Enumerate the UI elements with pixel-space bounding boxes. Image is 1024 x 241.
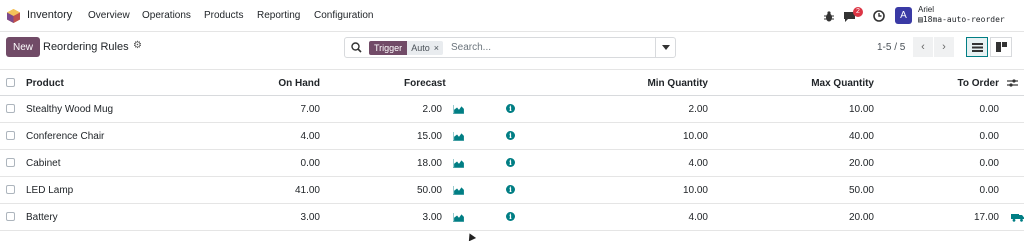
chevron-left-icon: ‹ <box>921 41 925 53</box>
app-name[interactable]: Inventory <box>27 9 72 21</box>
to-order-cell: 0.00 <box>979 131 999 142</box>
forecast-cell: 15.00 <box>416 131 442 142</box>
product-cell: Stealthy Wood Mug <box>26 104 114 115</box>
info-icon[interactable]: i <box>506 158 515 167</box>
row-checkbox[interactable] <box>6 131 15 140</box>
to-order-cell: 0.00 <box>979 104 999 115</box>
menu-overview[interactable]: Overview <box>88 10 130 21</box>
product-cell: LED Lamp <box>26 185 74 196</box>
mouse-cursor <box>465 231 477 241</box>
forecast-graph-icon[interactable] <box>453 213 464 222</box>
database-name: ▤18ma-auto-reorder <box>918 15 1005 24</box>
forecast-graph-icon[interactable] <box>453 132 464 141</box>
facet-label: Trigger <box>369 41 408 55</box>
remove-facet-icon[interactable]: × <box>434 41 439 55</box>
column-to-order[interactable]: To Order <box>919 78 999 89</box>
caret-down-icon <box>661 45 670 50</box>
row-checkbox[interactable] <box>6 158 15 167</box>
search-options-toggle[interactable] <box>655 38 675 57</box>
user-name[interactable]: Ariel <box>918 5 934 14</box>
menu-configuration[interactable]: Configuration <box>314 10 373 21</box>
forecast-graph-icon[interactable] <box>453 105 464 114</box>
search-facet: Trigger Auto × <box>369 41 443 55</box>
search-bar: Trigger Auto × <box>344 37 676 58</box>
product-cell: Battery <box>26 212 58 223</box>
info-icon[interactable]: i <box>506 131 515 140</box>
kanban-view-button[interactable] <box>990 37 1012 57</box>
inventory-app-icon[interactable] <box>7 9 20 23</box>
to-order-cell: 17.00 <box>973 212 999 223</box>
on-hand-cell: 0.00 <box>300 158 320 169</box>
pager-value[interactable]: 1-5 / 5 <box>877 42 905 53</box>
list-icon <box>971 42 983 52</box>
table-row[interactable]: LED Lamp 41.00 50.00 i 10.00 50.00 0.00 <box>0 177 1024 204</box>
info-icon[interactable]: i <box>506 212 515 221</box>
column-min-quantity[interactable]: Min Quantity <box>608 78 708 89</box>
on-hand-cell: 41.00 <box>294 185 320 196</box>
max-quantity-cell: 20.00 <box>848 158 874 169</box>
select-all-checkbox[interactable] <box>6 78 15 87</box>
max-quantity-cell: 10.00 <box>848 104 874 115</box>
min-quantity-cell: 4.00 <box>688 158 708 169</box>
bug-icon[interactable] <box>822 9 836 23</box>
forecast-cell: 3.00 <box>422 212 442 223</box>
table-row[interactable]: Cabinet 0.00 18.00 i 4.00 20.00 0.00 <box>0 150 1024 177</box>
column-forecast[interactable]: Forecast <box>404 78 446 89</box>
pager-next-button[interactable]: › <box>934 37 954 57</box>
forecast-graph-icon[interactable] <box>453 159 464 168</box>
row-checkbox[interactable] <box>6 185 15 194</box>
facet-value: Auto × <box>407 41 443 55</box>
search-input[interactable] <box>451 40 651 55</box>
forecast-graph-icon[interactable] <box>453 186 464 195</box>
column-on-hand[interactable]: On Hand <box>240 78 320 89</box>
on-hand-cell: 7.00 <box>300 104 320 115</box>
min-quantity-cell: 2.00 <box>688 104 708 115</box>
table-header: Product On Hand Forecast Min Quantity Ma… <box>0 69 1024 96</box>
to-order-cell: 0.00 <box>979 185 999 196</box>
messages-badge: 2 <box>853 7 863 17</box>
chevron-right-icon: › <box>942 41 946 53</box>
on-hand-cell: 4.00 <box>300 131 320 142</box>
min-quantity-cell: 10.00 <box>682 185 708 196</box>
product-cell: Conference Chair <box>26 131 105 142</box>
avatar[interactable]: A <box>895 7 912 24</box>
pager-previous-button[interactable]: ‹ <box>913 37 933 57</box>
clock-icon[interactable] <box>872 9 886 23</box>
column-product[interactable]: Product <box>26 78 64 89</box>
forecast-cell: 2.00 <box>422 104 442 115</box>
truck-icon[interactable] <box>1011 213 1024 222</box>
gear-icon[interactable]: ⚙ <box>133 40 142 51</box>
top-navbar: Inventory Overview Operations Products R… <box>0 0 1024 32</box>
forecast-cell: 50.00 <box>416 185 442 196</box>
forecast-cell: 18.00 <box>416 158 442 169</box>
product-cell: Cabinet <box>26 158 61 169</box>
table-row[interactable]: Battery 3.00 3.00 i 4.00 20.00 17.00 <box>0 204 1024 231</box>
menu-products[interactable]: Products <box>204 10 243 21</box>
max-quantity-cell: 40.00 <box>848 131 874 142</box>
menu-reporting[interactable]: Reporting <box>257 10 300 21</box>
to-order-cell: 0.00 <box>979 158 999 169</box>
table-row[interactable]: Stealthy Wood Mug 7.00 2.00 i 2.00 10.00… <box>0 96 1024 123</box>
row-checkbox[interactable] <box>6 212 15 221</box>
search-icon[interactable] <box>351 42 362 56</box>
table-row[interactable]: Conference Chair 4.00 15.00 i 10.00 40.0… <box>0 123 1024 150</box>
on-hand-cell: 3.00 <box>300 212 320 223</box>
max-quantity-cell: 20.00 <box>848 212 874 223</box>
page-title: Reordering Rules <box>43 41 129 53</box>
kanban-icon <box>995 42 1007 52</box>
row-checkbox[interactable] <box>6 104 15 113</box>
info-icon[interactable]: i <box>506 104 515 113</box>
new-button[interactable]: New <box>6 37 40 57</box>
column-max-quantity[interactable]: Max Quantity <box>774 78 874 89</box>
menu-operations[interactable]: Operations <box>142 10 191 21</box>
info-icon[interactable]: i <box>506 185 515 194</box>
list-view-button[interactable] <box>966 37 988 57</box>
optional-columns-icon[interactable] <box>1007 78 1018 91</box>
min-quantity-cell: 10.00 <box>682 131 708 142</box>
min-quantity-cell: 4.00 <box>688 212 708 223</box>
max-quantity-cell: 50.00 <box>848 185 874 196</box>
